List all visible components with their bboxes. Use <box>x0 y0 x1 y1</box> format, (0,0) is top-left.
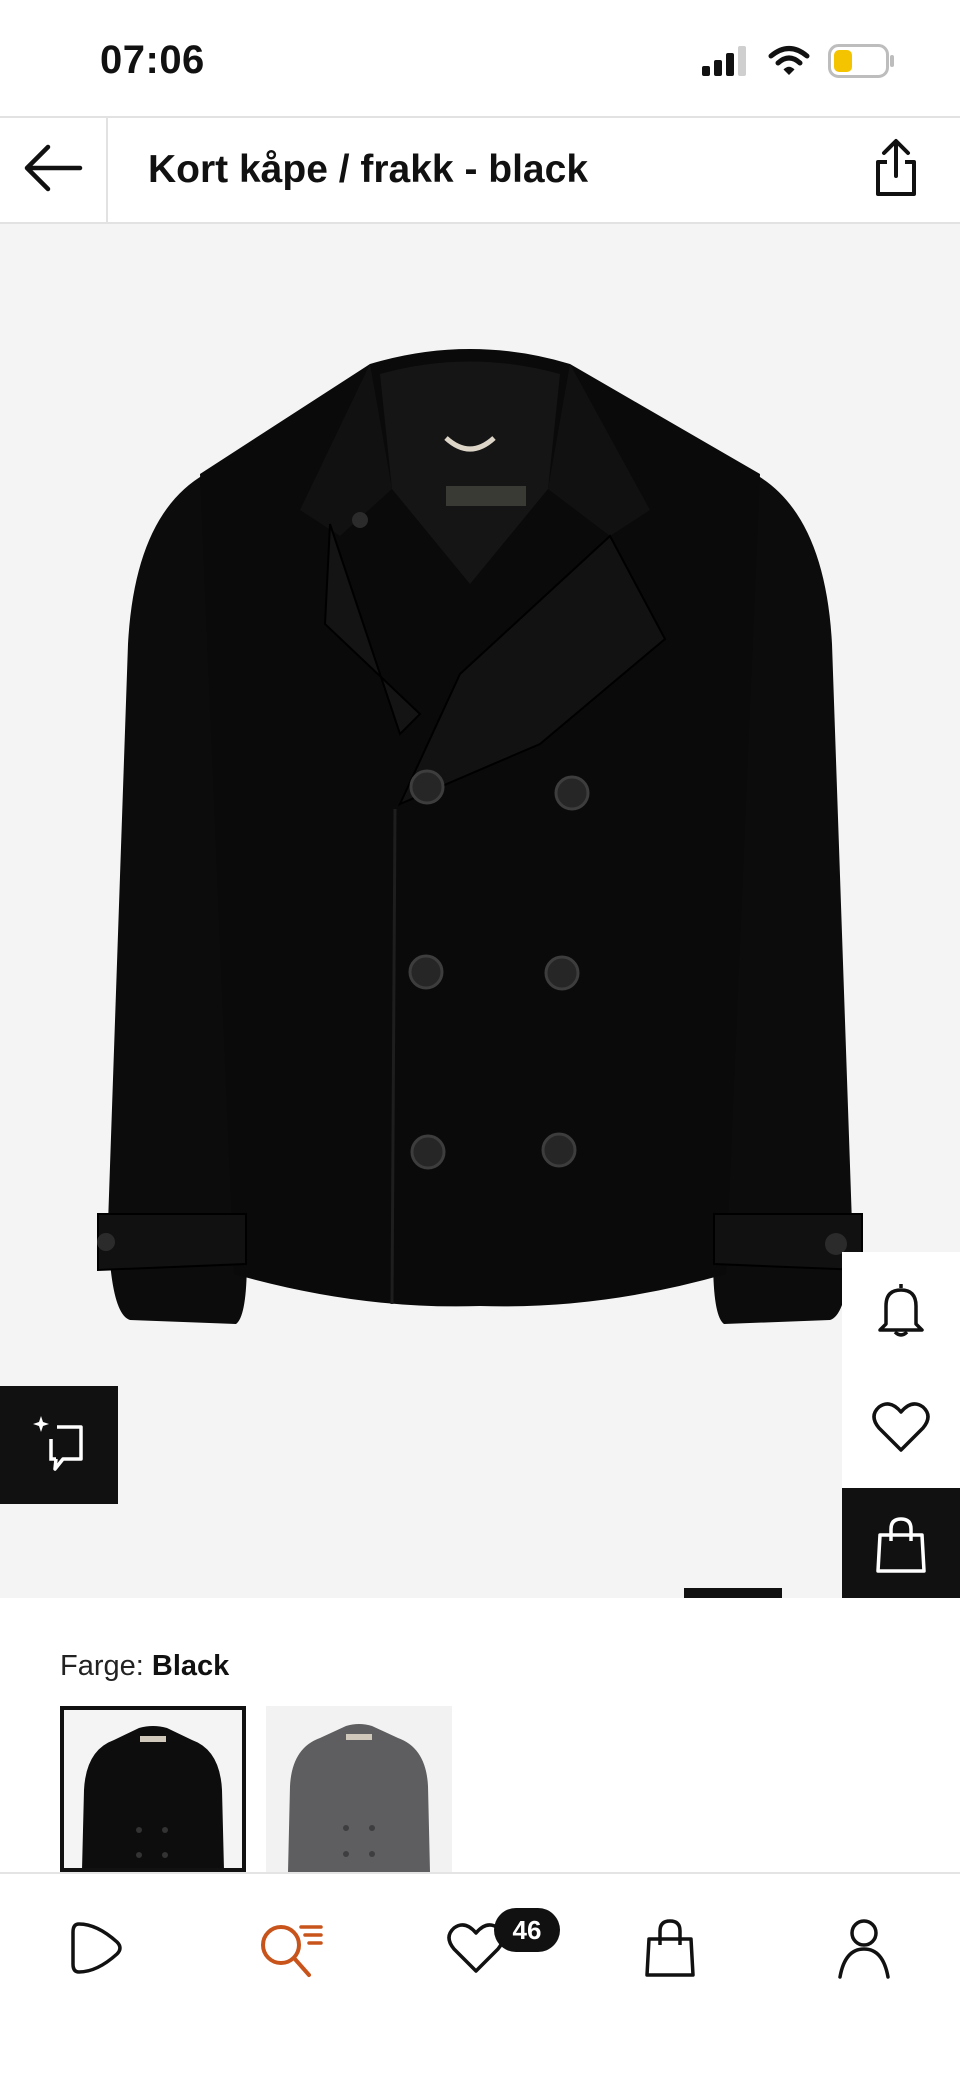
shopping-bag-icon <box>643 1917 697 1984</box>
grey-coat-thumbnail <box>266 1706 452 1872</box>
shopping-bag-icon <box>874 1515 928 1580</box>
ai-assistant-button[interactable] <box>0 1386 118 1504</box>
selected-color: Black <box>151 1650 230 1682</box>
carousel-indicator <box>684 1588 782 1598</box>
black-coat-thumbnail <box>64 1710 242 1868</box>
heart-icon <box>871 1400 931 1459</box>
status-bar: 07:06 <box>0 0 960 116</box>
color-section: Farge: Black <box>0 1598 960 1872</box>
status-time: 07:06 <box>100 38 205 82</box>
play-icon <box>65 1918 127 1983</box>
color-label-prefix: Farge: <box>60 1650 152 1682</box>
add-to-bag-button[interactable] <box>842 1488 960 1598</box>
color-swatch-black[interactable] <box>60 1706 246 1872</box>
notify-button[interactable] <box>842 1252 960 1370</box>
header-bar: Kort kåpe / frakk - black <box>0 116 960 224</box>
wishlist-count-badge: 46 <box>494 1908 560 1952</box>
bell-icon <box>876 1280 926 1343</box>
nav-search[interactable] <box>250 1910 330 1990</box>
wishlist-button[interactable] <box>842 1370 960 1488</box>
status-icons <box>702 44 896 83</box>
battery-icon <box>828 44 896 83</box>
signal-icon <box>702 46 750 81</box>
product-actions <box>842 1252 960 1598</box>
coat-illustration <box>97 349 863 1324</box>
share-icon <box>872 138 920 203</box>
profile-icon <box>837 1917 891 1984</box>
product-image[interactable] <box>0 224 960 1598</box>
color-swatch-grey[interactable] <box>266 1706 452 1872</box>
share-button[interactable] <box>862 136 930 204</box>
wifi-icon <box>768 45 810 82</box>
search-icon <box>257 1917 323 1984</box>
back-button[interactable] <box>0 118 108 222</box>
arrow-left-icon <box>22 143 84 198</box>
nav-discover[interactable] <box>56 1910 136 1990</box>
bottom-navigation: 46 <box>0 1872 960 2078</box>
nav-profile[interactable] <box>824 1910 904 1990</box>
nav-bag[interactable] <box>630 1910 710 1990</box>
sparkle-chat-icon <box>29 1413 89 1478</box>
page-title: Kort kåpe / frakk - black <box>148 148 589 191</box>
color-label: Farge: Black <box>60 1650 229 1683</box>
